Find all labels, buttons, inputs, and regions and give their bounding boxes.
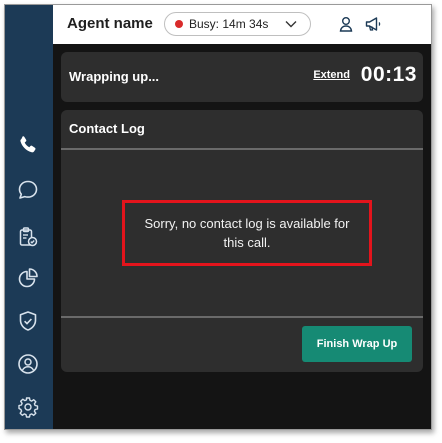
shield-check-icon[interactable] [13,306,43,336]
phone-icon[interactable] [13,130,43,160]
header-divider [61,148,423,150]
megaphone-icon[interactable] [364,15,382,33]
chat-icon[interactable] [13,175,43,205]
wrapup-title: Wrapping up... [69,69,160,84]
chevron-down-icon [285,21,297,28]
finish-wrap-up-button[interactable]: Finish Wrap Up [302,326,412,362]
wrapup-timer: 00:13 [360,63,417,86]
extend-link[interactable]: Extend [313,69,350,81]
contact-log-title: Contact Log [69,121,145,136]
pie-chart-icon[interactable] [13,263,43,293]
agent-name: Agent name [67,15,153,32]
status-indicator-dot [175,20,183,28]
settings-gear-icon[interactable] [13,392,43,422]
person-icon[interactable] [337,15,355,33]
contact-log-panel: Contact Log Sorry, no contact log is ava… [61,110,423,372]
empty-message-highlight: Sorry, no contact log is available for t… [122,200,372,266]
sidebar [5,5,53,429]
clipboard-check-icon[interactable] [13,222,43,252]
top-header: Agent name Busy: 14m 34s [53,5,431,44]
user-circle-icon[interactable] [13,349,43,379]
footer-divider [61,316,423,318]
empty-message: Sorry, no contact log is available for t… [144,216,350,250]
wrapup-panel: Wrapping up... Extend 00:13 [61,52,423,102]
status-dropdown[interactable]: Busy: 14m 34s [164,12,311,36]
status-label: Busy: 14m 34s [189,17,269,31]
agent-app-window: Agent name Busy: 14m 34s Wrapping up... … [4,4,432,430]
